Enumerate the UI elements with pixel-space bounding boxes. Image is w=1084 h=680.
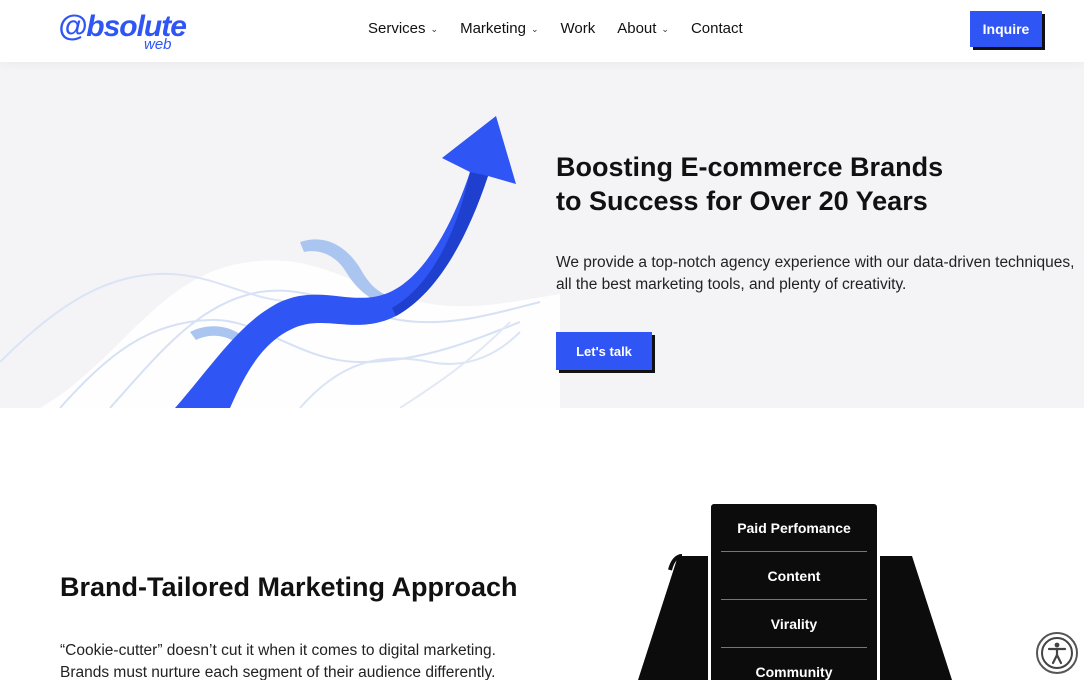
logo-sub-text: web (144, 36, 172, 53)
chevron-down-icon: ⌄ (430, 24, 439, 34)
nav-item-label: About (617, 20, 657, 37)
site-header: @bsolute web Services ⌄ Marketing ⌄ Work… (0, 0, 1084, 62)
hero-title-line: Boosting E-commerce Brands (556, 152, 944, 182)
chevron-down-icon: ⌄ (530, 24, 539, 34)
accessibility-button[interactable] (1036, 632, 1078, 674)
hero-title-line: to Success for Over 20 Years (556, 186, 928, 216)
accessibility-icon (1041, 637, 1073, 669)
podium-item: Paid Perfomance (721, 504, 867, 552)
nav-item-label: Services (368, 20, 426, 37)
hero-section: Boosting E-commerce Brands to Success fo… (0, 62, 1084, 408)
podium-center-block: Paid Perfomance Content Virality Communi… (711, 504, 877, 680)
lets-talk-button[interactable]: Let's talk (556, 332, 652, 370)
podium-item: Virality (721, 600, 867, 648)
podium-item: Community (755, 664, 833, 680)
logo[interactable]: @bsolute web (58, 10, 188, 54)
main-nav: Services ⌄ Marketing ⌄ Work About ⌄ Cont… (368, 20, 765, 37)
marketing-podium-illustration: Paid Perfomance Content Virality Communi… (636, 500, 956, 680)
nav-item-marketing[interactable]: Marketing ⌄ (460, 20, 538, 37)
inquire-button[interactable]: Inquire (970, 11, 1042, 47)
podium-item: Content (721, 552, 867, 600)
nav-item-about[interactable]: About ⌄ (617, 20, 669, 37)
nav-item-label: Marketing (460, 20, 526, 37)
nav-item-services[interactable]: Services ⌄ (368, 20, 438, 37)
nav-item-work[interactable]: Work (560, 20, 595, 37)
growth-arrow-illustration (0, 116, 560, 408)
hero-description: We provide a top-notch agency experience… (556, 254, 1075, 293)
hero-title: Boosting E-commerce Brands to Success fo… (556, 150, 943, 218)
nav-item-label: Contact (690, 20, 743, 37)
section-title: Brand-Tailored Marketing Approach (60, 572, 518, 602)
chevron-down-icon: ⌄ (661, 24, 669, 34)
section-description: “Cookie-cutter” doesn’t cut it when it c… (60, 642, 496, 680)
nav-item-contact[interactable]: Contact (691, 20, 743, 37)
nav-item-label: Work (560, 20, 596, 37)
